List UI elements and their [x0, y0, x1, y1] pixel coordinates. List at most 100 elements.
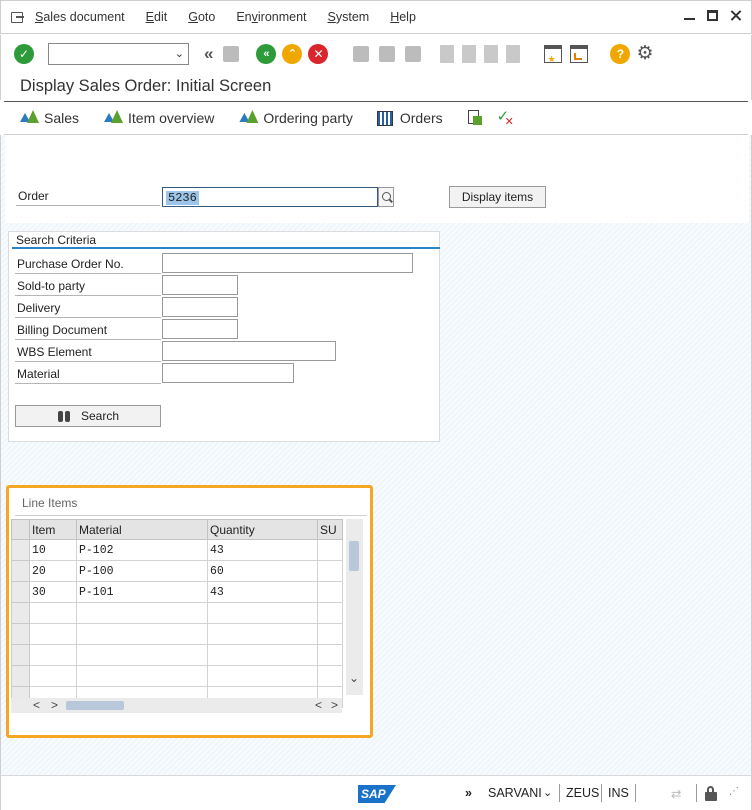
empty-cell[interactable] [76, 623, 208, 645]
row-selector[interactable] [11, 644, 30, 666]
status-divider [696, 784, 697, 802]
status-expand-icon[interactable]: » [465, 786, 472, 800]
row-selector[interactable] [11, 623, 30, 645]
cell-quantity[interactable]: 43 [207, 581, 318, 603]
menu-system[interactable]: System [328, 10, 370, 24]
row-selector[interactable] [11, 581, 30, 603]
empty-cell[interactable] [317, 665, 343, 687]
lock-icon[interactable] [705, 786, 717, 801]
empty-cell[interactable] [207, 623, 318, 645]
back-icon[interactable]: « [256, 43, 277, 64]
select-all-cell[interactable] [11, 519, 30, 540]
vertical-scrollbar[interactable]: ⌄ [346, 519, 363, 695]
menu-help[interactable]: Help [390, 10, 416, 24]
sales-icon [19, 110, 39, 126]
cell-su[interactable] [317, 581, 343, 603]
order-input[interactable]: 5236 [162, 187, 378, 207]
menu-icon[interactable] [11, 11, 27, 23]
menu-sales-document[interactable]: Sales document [35, 10, 125, 24]
system-dropdown-icon[interactable]: ⌄ [543, 786, 552, 799]
line-items-title: Line Items [22, 496, 78, 510]
cell-quantity[interactable]: 60 [207, 560, 318, 582]
item-overview-button[interactable]: Item overview [103, 110, 214, 126]
empty-cell[interactable] [317, 623, 343, 645]
empty-row [11, 644, 343, 666]
empty-cell[interactable] [317, 602, 343, 624]
ordering-party-button[interactable]: Ordering party [238, 110, 352, 126]
column-header-item[interactable]: Item [29, 519, 77, 540]
cell-su[interactable] [317, 539, 343, 561]
empty-cell[interactable] [29, 602, 77, 624]
document-flow-icon[interactable] [467, 109, 483, 127]
column-header-material[interactable]: Material [76, 519, 208, 540]
resize-grip-icon[interactable]: ⋰ [729, 786, 739, 797]
check-icon[interactable]: ✓ ✕ [497, 108, 514, 128]
horizontal-scroll-thumb[interactable] [66, 701, 124, 710]
empty-cell[interactable] [29, 623, 77, 645]
main-area: Order 5236 Display items Search Criteria… [0, 135, 752, 775]
vertical-scroll-thumb[interactable] [349, 541, 359, 571]
empty-cell[interactable] [207, 665, 318, 687]
sales-button[interactable]: Sales [19, 110, 79, 126]
window-controls [684, 10, 741, 21]
scroll-right-end-icon[interactable]: > [331, 698, 338, 713]
scroll-right-icon[interactable]: > [51, 698, 58, 713]
empty-cell[interactable] [207, 644, 318, 666]
create-session-icon[interactable]: ★ [544, 44, 563, 64]
exit-icon[interactable]: ⌃ [282, 43, 303, 64]
search-button[interactable]: Search [15, 405, 161, 427]
save-icon [223, 45, 240, 62]
minimize-icon[interactable] [684, 10, 695, 21]
menu-goto[interactable]: Goto [188, 10, 215, 24]
empty-cell[interactable] [76, 602, 208, 624]
row-selector[interactable] [11, 539, 30, 561]
row-selector[interactable] [11, 602, 30, 624]
sold-to-party-input[interactable] [162, 275, 238, 295]
back-history-icon[interactable]: « [204, 44, 213, 64]
menu-environment[interactable]: Environment [236, 10, 306, 24]
command-field[interactable]: ⌄ [48, 42, 189, 65]
maximize-icon[interactable] [707, 10, 718, 21]
material-input[interactable] [162, 363, 294, 383]
billing-document-input[interactable] [162, 319, 238, 339]
search-help-icon[interactable] [378, 187, 394, 207]
cell-item[interactable]: 30 [29, 581, 77, 603]
last-page-icon [506, 44, 521, 63]
column-header-su[interactable]: SU [317, 519, 343, 540]
cell-material[interactable]: P-101 [76, 581, 208, 603]
column-header-quantity[interactable]: Quantity [207, 519, 318, 540]
input-mode[interactable]: INS [608, 786, 629, 800]
line-items-panel: Line Items Item Material Quantity SU 10 … [6, 485, 373, 738]
scroll-left-end-icon[interactable]: < [315, 698, 322, 713]
cancel-icon[interactable]: ✕ [308, 43, 329, 64]
help-icon[interactable]: ? [610, 43, 631, 64]
empty-cell[interactable] [207, 602, 318, 624]
orders-button[interactable]: Orders [376, 110, 443, 126]
scroll-down-icon[interactable]: ⌄ [349, 671, 359, 685]
cell-material[interactable]: P-102 [76, 539, 208, 561]
settings-icon[interactable]: ⚙ [636, 42, 653, 65]
shortcut-icon[interactable] [570, 44, 589, 63]
cell-item[interactable]: 20 [29, 560, 77, 582]
cell-su[interactable] [317, 560, 343, 582]
close-icon[interactable] [730, 10, 741, 21]
scroll-left-icon[interactable]: < [33, 698, 40, 713]
purchase-order-input[interactable] [162, 253, 413, 273]
display-items-button[interactable]: Display items [449, 186, 546, 208]
row-selector[interactable] [11, 560, 30, 582]
enter-icon[interactable]: ✓ [14, 43, 34, 64]
row-selector[interactable] [11, 665, 30, 687]
cell-item[interactable]: 10 [29, 539, 77, 561]
empty-cell[interactable] [29, 665, 77, 687]
horizontal-scrollbar[interactable]: < > < > [11, 698, 342, 713]
cell-quantity[interactable]: 43 [207, 539, 318, 561]
empty-cell[interactable] [29, 644, 77, 666]
menu-edit[interactable]: Edit [146, 10, 168, 24]
chevron-down-icon[interactable]: ⌄ [175, 47, 184, 60]
empty-cell[interactable] [76, 644, 208, 666]
wbs-element-input[interactable] [162, 341, 336, 361]
cell-material[interactable]: P-100 [76, 560, 208, 582]
delivery-input[interactable] [162, 297, 238, 317]
empty-cell[interactable] [317, 644, 343, 666]
empty-cell[interactable] [76, 665, 208, 687]
